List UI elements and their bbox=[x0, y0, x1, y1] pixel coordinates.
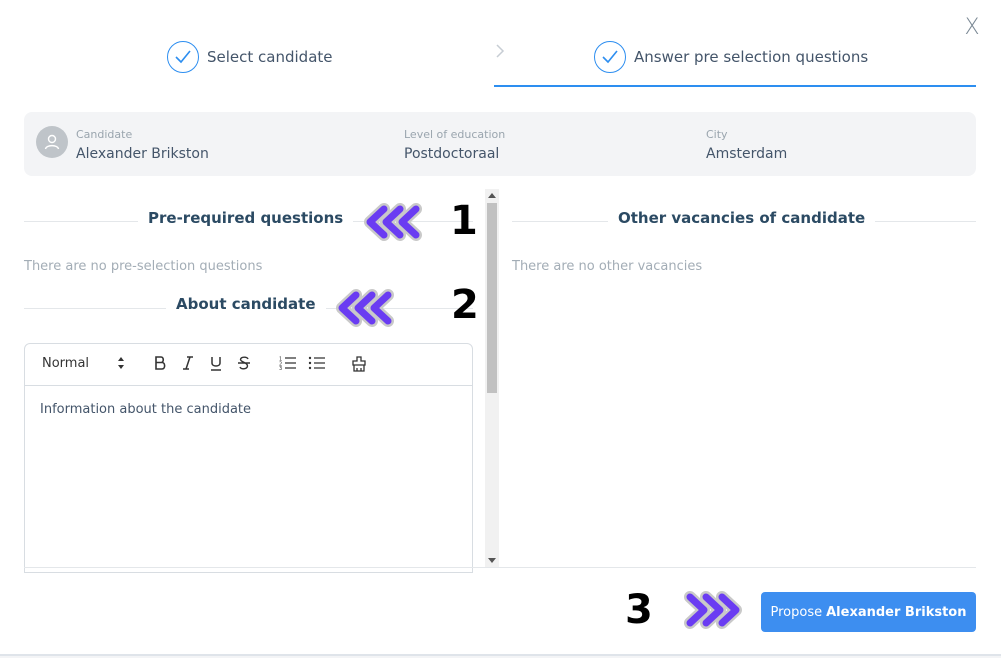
step-label: Select candidate bbox=[207, 48, 333, 66]
editor-text: Information about the candidate bbox=[40, 402, 252, 417]
arrow-left-annotation-icon bbox=[336, 289, 394, 327]
strikethrough-icon[interactable] bbox=[237, 354, 251, 376]
italic-icon[interactable] bbox=[182, 354, 194, 376]
propose-button[interactable]: Propose Alexander Brikston bbox=[761, 592, 976, 632]
bullet-list-icon[interactable] bbox=[308, 356, 326, 374]
field-value: Postdoctoraal bbox=[404, 146, 500, 162]
scroll-down-icon[interactable] bbox=[488, 558, 496, 563]
close-button[interactable]: X bbox=[958, 14, 986, 42]
modal-dialog: X Select candidate Answer pre selection … bbox=[0, 0, 1001, 656]
user-icon bbox=[44, 134, 60, 150]
editor-toolbar: Normal 123 bbox=[25, 344, 472, 386]
left-column-scrollbar[interactable] bbox=[485, 189, 499, 567]
underline-icon[interactable] bbox=[209, 354, 223, 376]
about-candidate-title: About candidate bbox=[166, 295, 326, 313]
propose-candidate-name: Alexander Brikston bbox=[826, 604, 967, 620]
scroll-up-icon[interactable] bbox=[488, 193, 496, 198]
editor-text-area[interactable]: Information about the candidate bbox=[25, 386, 472, 433]
avatar bbox=[36, 126, 68, 158]
field-value: Amsterdam bbox=[706, 146, 788, 162]
active-step-underline bbox=[494, 85, 976, 87]
clear-format-icon[interactable] bbox=[351, 356, 367, 376]
field-label: City bbox=[706, 128, 728, 141]
education-field: Level of education Postdoctoraal bbox=[404, 128, 505, 163]
annotation-number-3: 3 bbox=[625, 587, 653, 633]
arrow-right-annotation-icon bbox=[684, 591, 742, 629]
check-circle-icon bbox=[594, 41, 626, 73]
no-questions-text: There are no pre-selection questions bbox=[24, 259, 263, 274]
annotation-number-1: 1 bbox=[450, 198, 478, 244]
field-label: Candidate bbox=[76, 128, 133, 141]
about-candidate-editor: Normal 123 Information about the candida… bbox=[24, 343, 473, 573]
footer-divider bbox=[24, 567, 976, 568]
arrow-left-annotation-icon bbox=[364, 203, 422, 241]
field-value: Alexander Brikston bbox=[76, 146, 209, 162]
ordered-list-icon[interactable]: 123 bbox=[279, 356, 297, 374]
scroll-thumb[interactable] bbox=[487, 203, 497, 393]
chevron-right-icon bbox=[495, 43, 505, 64]
candidate-info-bar: Candidate Alexander Brikston Level of ed… bbox=[24, 112, 976, 176]
step-label: Answer pre selection questions bbox=[634, 48, 869, 66]
city-field: City Amsterdam bbox=[706, 128, 787, 163]
propose-prefix: Propose bbox=[770, 604, 823, 620]
no-vacancies-text: There are no other vacancies bbox=[512, 259, 703, 274]
select-arrows-icon bbox=[117, 356, 125, 374]
check-circle-icon bbox=[167, 41, 199, 73]
svg-text:3: 3 bbox=[279, 366, 282, 370]
candidate-name-field: Candidate Alexander Brikston bbox=[76, 128, 209, 163]
other-vacancies-title: Other vacancies of candidate bbox=[608, 209, 876, 227]
format-select-value: Normal bbox=[42, 356, 90, 371]
step-select-candidate[interactable]: Select candidate bbox=[167, 40, 333, 74]
step-answer-questions[interactable]: Answer pre selection questions bbox=[594, 40, 868, 74]
annotation-number-2: 2 bbox=[451, 282, 479, 328]
format-select[interactable]: Normal bbox=[42, 356, 89, 371]
field-label: Level of education bbox=[404, 128, 506, 141]
bold-icon[interactable] bbox=[153, 354, 167, 376]
prerequired-title: Pre-required questions bbox=[138, 209, 354, 227]
